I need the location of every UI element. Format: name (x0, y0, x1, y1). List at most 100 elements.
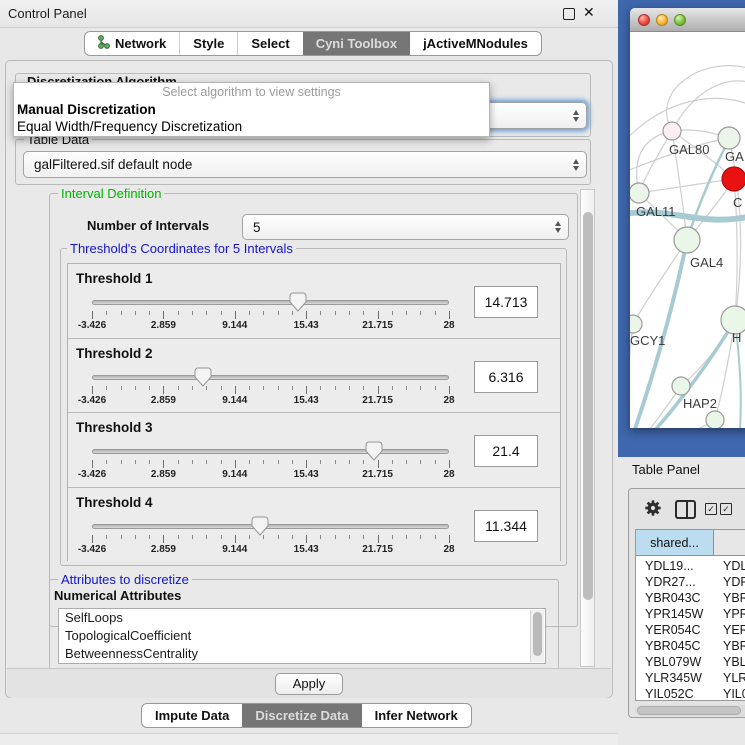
numerical-attributes-list[interactable]: SelfLoops TopologicalCoefficient Between… (58, 608, 546, 664)
slider-thumb[interactable] (194, 367, 212, 387)
control-panel-tabs: Network Style Select Cyni Toolbox jActiv… (84, 31, 542, 56)
tab-network[interactable]: Network (85, 32, 179, 55)
threshold-label: Threshold 3 (76, 420, 153, 435)
node-bottom[interactable] (706, 411, 724, 428)
tab-style[interactable]: Style (179, 32, 237, 55)
apply-bar: Apply (7, 668, 611, 698)
network-window-titlebar[interactable] (630, 8, 745, 32)
node-gal11[interactable] (630, 183, 649, 203)
svg-text:H: H (732, 330, 741, 345)
gear-icon[interactable] (644, 499, 662, 522)
tick-label: 15.43 (294, 320, 319, 331)
table-horizontal-scrollbar[interactable] (635, 705, 745, 716)
svg-text:HAP2: HAP2 (683, 396, 717, 411)
number-of-intervals-combobox[interactable]: 5 (242, 214, 569, 240)
svg-text:GAL80: GAL80 (669, 142, 709, 157)
threshold-4-value-field[interactable] (474, 510, 538, 542)
tab-cyni-toolbox[interactable]: Cyni Toolbox (303, 32, 410, 55)
slider-track[interactable] (92, 300, 449, 305)
slider-track[interactable] (92, 449, 449, 454)
tick-label: 9.144 (222, 544, 247, 555)
zoom-traffic-light-icon[interactable] (674, 14, 686, 26)
svg-text:GAL4: GAL4 (690, 255, 723, 270)
interval-definition-group: Interval Definition Number of Intervals … (49, 193, 578, 627)
threshold-1-value-field[interactable] (474, 286, 538, 318)
slider-track[interactable] (92, 375, 449, 380)
list-item[interactable]: TopologicalCoefficient (59, 627, 545, 645)
settings-scrollbar[interactable] (580, 189, 595, 667)
tick-label: 21.715 (362, 320, 393, 331)
network-view-window[interactable]: GAL80 GA C GAL11 GAL4 GCY1 H HAP2 (630, 8, 745, 428)
minimize-traffic-light-icon[interactable] (656, 14, 668, 26)
threshold-label: Threshold 2 (76, 346, 153, 361)
slider-track[interactable] (92, 524, 449, 529)
slider-thumb[interactable] (365, 441, 383, 461)
threshold-1-slider[interactable]: -3.426 2.859 9.144 15.43 21.715 28 (92, 294, 449, 334)
node-ga[interactable] (718, 127, 740, 149)
cyni-bottom-tabs: Impute Data Discretize Data Infer Networ… (141, 703, 472, 728)
tab-select[interactable]: Select (237, 32, 302, 55)
tab-label: Discretize Data (255, 708, 348, 723)
close-icon[interactable]: ✕ (583, 4, 595, 21)
list-scrollbar[interactable] (530, 610, 544, 662)
apply-button[interactable]: Apply (275, 673, 343, 695)
close-traffic-light-icon[interactable] (638, 14, 650, 26)
threshold-block-3: Threshold 3 -3.426 2.859 9.144 15.43 21.… (68, 413, 560, 488)
thresholds-group: Threshold's Coordinates for 5 Intervals … (60, 248, 567, 566)
tab-impute-data[interactable]: Impute Data (142, 704, 242, 727)
checkbox-icon[interactable]: ✓ (705, 503, 717, 515)
combo-stepper-icon (555, 221, 561, 233)
threshold-2-value-field[interactable] (474, 361, 538, 393)
slider-tick-labels: -3.426 2.859 9.144 15.43 21.715 28 (92, 544, 449, 556)
node-red-selected[interactable] (722, 167, 745, 191)
combo-stepper-icon (573, 159, 579, 171)
control-panel: Control Panel ✕ Network Style Select C (0, 0, 618, 745)
tick-label: -3.426 (78, 320, 106, 331)
slider-thumb[interactable] (251, 516, 269, 536)
tab-jactivemnodules[interactable]: jActiveMNodules (410, 32, 541, 55)
node-gcy1[interactable] (630, 315, 642, 333)
table-row[interactable]: YDR27...YDR2 (636, 574, 745, 590)
checkbox-icon[interactable]: ✓ (720, 503, 732, 515)
threshold-3-value-field[interactable] (474, 435, 538, 467)
table-row[interactable]: YDL19...YDL1 (636, 558, 745, 574)
table-row[interactable]: YLR345WYLR3 (636, 670, 745, 686)
table-row[interactable]: YPR145WYPR1 (636, 606, 745, 622)
float-window-icon[interactable] (563, 8, 575, 20)
tab-label: jActiveMNodules (423, 36, 528, 51)
table-panel: ✓ ✓ shared... n YDL19...YDL1 YDR27...YDR… (628, 488, 745, 718)
control-panel-titlebar: Control Panel ✕ (0, 0, 618, 28)
network-canvas[interactable]: GAL80 GA C GAL11 GAL4 GCY1 H HAP2 (630, 32, 745, 428)
threshold-2-slider[interactable]: -3.426 2.859 9.144 15.43 21.715 28 (92, 369, 449, 409)
table-row[interactable]: YIL052CYIL0 (636, 686, 745, 702)
table-row[interactable]: YBR043CYBR0 (636, 590, 745, 606)
tick-label: -3.426 (78, 395, 106, 406)
dropdown-item-equal-width[interactable]: Equal Width/Frequency Discretization (14, 118, 489, 135)
column-header-name[interactable]: n (714, 530, 745, 556)
table-row[interactable]: YBR045CYBR0 (636, 638, 745, 654)
table-data-combobox[interactable]: galFiltered.sif default node (23, 151, 587, 178)
slider-thumb[interactable] (289, 292, 307, 312)
tick-label: 9.144 (222, 395, 247, 406)
node-gal4[interactable] (674, 227, 700, 253)
threshold-stack: Threshold 1 -3.426 2.859 9.144 15.43 21.… (67, 263, 561, 561)
slider-ticks (92, 310, 449, 319)
column-layout-icon[interactable] (675, 500, 696, 519)
threshold-4-slider[interactable]: -3.426 2.859 9.144 15.43 21.715 28 (92, 518, 449, 558)
list-item[interactable]: SelfLoops (59, 609, 545, 627)
tab-discretize-data[interactable]: Discretize Data (242, 704, 361, 727)
node-gal80[interactable] (663, 122, 681, 140)
tab-infer-network[interactable]: Infer Network (362, 704, 471, 727)
tick-label: 21.715 (362, 469, 393, 480)
dropdown-item-manual[interactable]: Manual Discretization (14, 101, 489, 118)
table-row[interactable]: YBL079WYBL0 (636, 654, 745, 670)
threshold-block-1: Threshold 1 -3.426 2.859 9.144 15.43 21.… (68, 264, 560, 339)
table-row[interactable]: YER054CYER0 (636, 622, 745, 638)
column-header-shared-name[interactable]: shared... (636, 530, 714, 556)
threshold-3-slider[interactable]: -3.426 2.859 9.144 15.43 21.715 28 (92, 443, 449, 483)
tick-label: 2.859 (151, 469, 176, 480)
node-hap2[interactable] (672, 377, 690, 395)
list-item[interactable]: BetweennessCentrality (59, 645, 545, 663)
node-attribute-table: shared... n YDL19...YDL1 YDR27...YDR2 YB… (635, 529, 745, 701)
tick-label: 2.859 (151, 544, 176, 555)
